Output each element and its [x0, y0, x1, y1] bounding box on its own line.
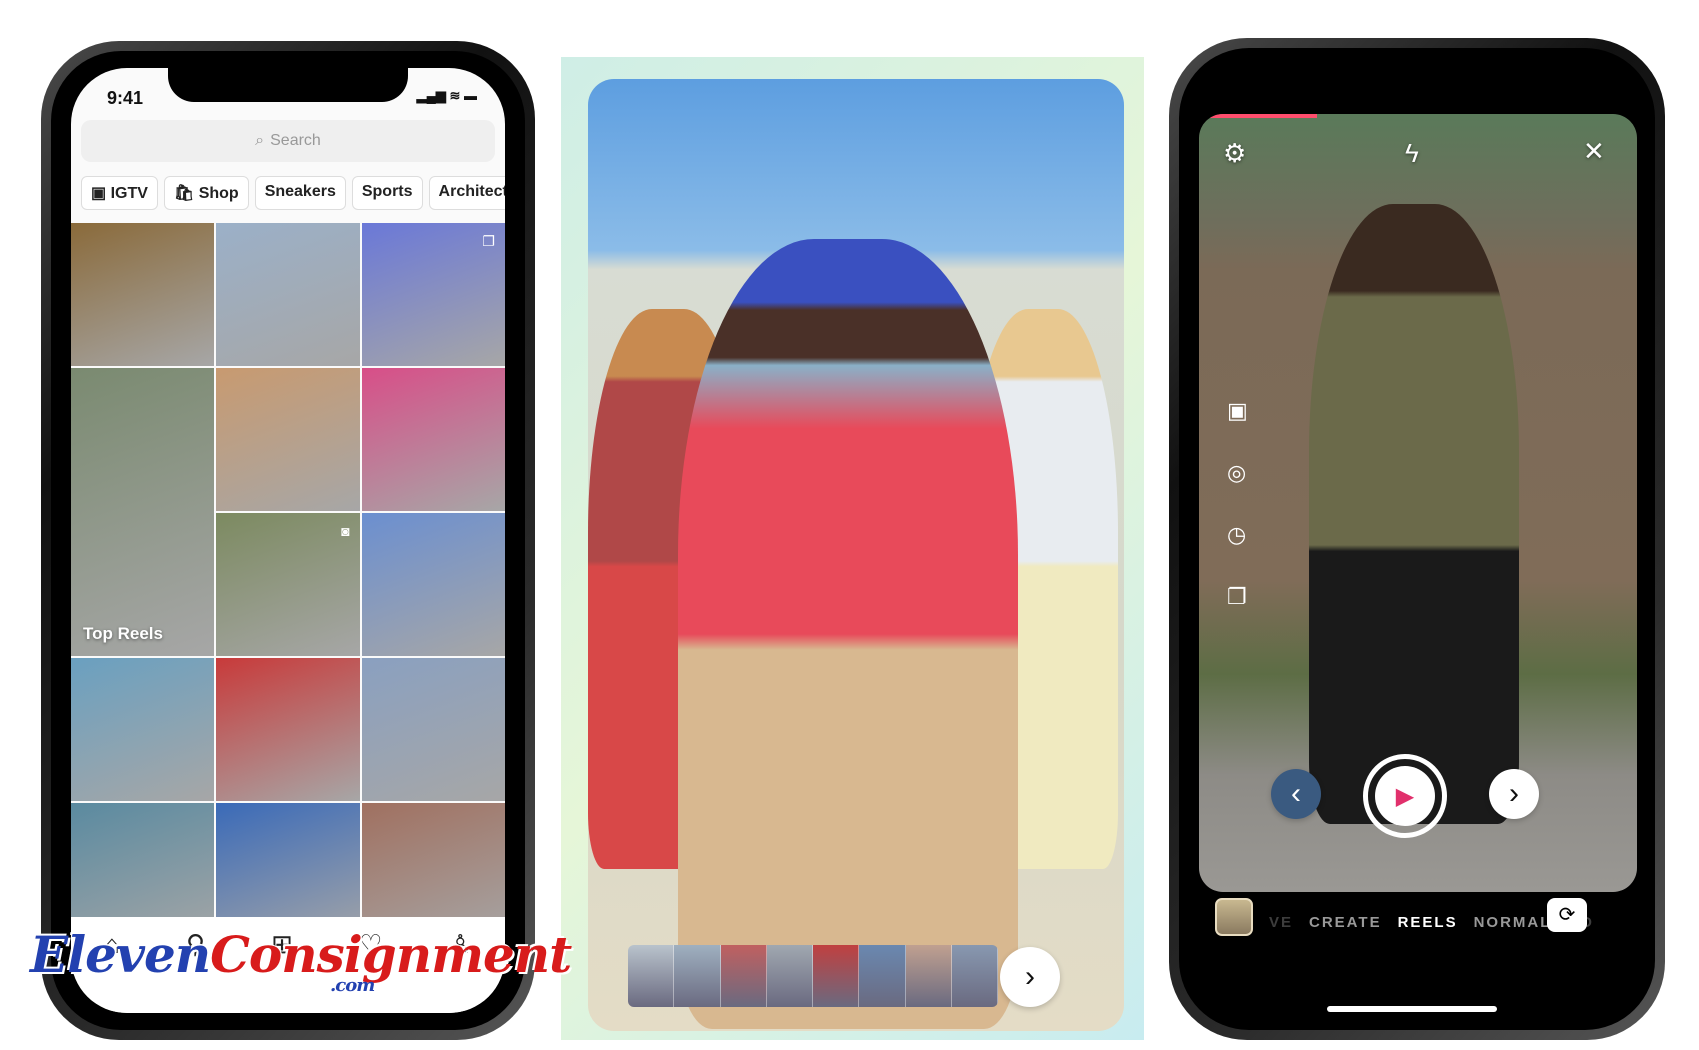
grid-tile[interactable]: ◙	[216, 513, 360, 656]
grid-tile[interactable]	[361, 658, 505, 801]
mode-selector: VECREATEREELSNORMALBO	[1269, 914, 1594, 931]
timeline-filmstrip[interactable]	[628, 945, 998, 1007]
mode-normal[interactable]: NORMAL	[1474, 914, 1552, 931]
flash-off-icon[interactable]: ϟ	[1405, 138, 1419, 169]
chip-shop[interactable]: 🛍 Shop	[163, 176, 249, 210]
explore-phone: 9:41 ▂▄▆ ≋ ▬ ⌕ Search ▣ IGTV 🛍 Shop Sneaker…	[41, 41, 535, 1040]
speed-icon[interactable]: ◎	[1227, 460, 1246, 486]
film-frame	[628, 945, 675, 1007]
next-button[interactable]: ›	[1489, 769, 1539, 819]
align-icon[interactable]: ❐	[1227, 584, 1247, 610]
grid-tile[interactable]: Top Reels	[71, 368, 215, 656]
back-button[interactable]: ‹	[1271, 769, 1321, 819]
shop-bag-icon: 🛍	[173, 185, 195, 202]
audio-icon[interactable]: ▣	[1227, 398, 1248, 424]
grid-tile[interactable]	[71, 223, 215, 366]
grid-tile[interactable]	[361, 368, 505, 511]
chip-sneakers[interactable]: Sneakers	[254, 176, 346, 210]
search-input[interactable]: ⌕ Search	[81, 120, 495, 162]
top-reels-label: Top Reels	[83, 624, 163, 643]
chip-sports[interactable]: Sports	[351, 176, 423, 210]
recording-progress	[1207, 114, 1317, 118]
next-button[interactable]: ›	[1000, 947, 1060, 1007]
chip-igtv[interactable]: ▣ IGTV	[81, 176, 158, 210]
carousel-icon: ❐	[482, 233, 495, 249]
timer-icon[interactable]: ◷	[1227, 522, 1246, 548]
video-icon: ◙	[341, 523, 350, 539]
editor-panel: ›	[561, 57, 1144, 1040]
explore-screen: 9:41 ▂▄▆ ≋ ▬ ⌕ Search ▣ IGTV 🛍 Shop Sneaker…	[71, 68, 505, 1013]
reels-icon: ▶	[1375, 766, 1435, 826]
close-icon[interactable]: ✕	[1583, 136, 1605, 167]
explore-grid: ❐ Top Reels ◙	[71, 223, 505, 1013]
watermark-logo: ElevenConsignment .com	[30, 925, 572, 996]
film-frame	[766, 945, 813, 1007]
chevron-right-icon: ›	[1025, 960, 1035, 993]
grid-tile[interactable]	[361, 513, 505, 656]
record-button[interactable]: ▶	[1363, 754, 1447, 838]
status-time: 9:41	[107, 88, 144, 108]
chip-architect[interactable]: Architect	[428, 176, 505, 210]
grid-tile[interactable]	[216, 658, 360, 801]
grid-tile[interactable]: ❐	[361, 223, 505, 366]
film-frame	[813, 945, 860, 1007]
search-icon: ⌕	[255, 132, 265, 149]
video-preview: ›	[588, 79, 1124, 1031]
gallery-thumbnail[interactable]	[1215, 898, 1253, 936]
film-frame	[674, 945, 721, 1007]
flip-camera-icon[interactable]: ⟳	[1547, 898, 1587, 932]
grid-tile[interactable]	[216, 368, 360, 511]
category-chips: ▣ IGTV 🛍 Shop Sneakers Sports Architect	[81, 176, 505, 210]
film-frame	[905, 945, 952, 1007]
settings-icon[interactable]: ⚙	[1223, 138, 1246, 169]
film-frame	[859, 945, 906, 1007]
grid-tile[interactable]	[216, 223, 360, 366]
grid-tile[interactable]	[71, 658, 215, 801]
mode-reels[interactable]: REELS	[1398, 914, 1458, 931]
camera-phone: ⚙ ϟ ✕ ▣ ◎ ◷ ❐ ‹ ▶ › VECREATEREELSNORMALB…	[1169, 38, 1665, 1040]
person	[1309, 204, 1519, 824]
mode-ve[interactable]: VE	[1269, 914, 1293, 931]
notch	[168, 68, 408, 102]
mode-create[interactable]: CREATE	[1309, 914, 1382, 931]
igtv-icon: ▣	[91, 185, 107, 202]
film-frame	[951, 945, 998, 1007]
dancer-center	[678, 239, 1018, 1029]
home-indicator	[1327, 1006, 1497, 1012]
camera-viewfinder: ⚙ ϟ ✕ ▣ ◎ ◷ ❐ ‹ ▶ ›	[1199, 114, 1637, 892]
film-frame	[720, 945, 767, 1007]
status-icons: ▂▄▆ ≋ ▬	[416, 88, 477, 103]
